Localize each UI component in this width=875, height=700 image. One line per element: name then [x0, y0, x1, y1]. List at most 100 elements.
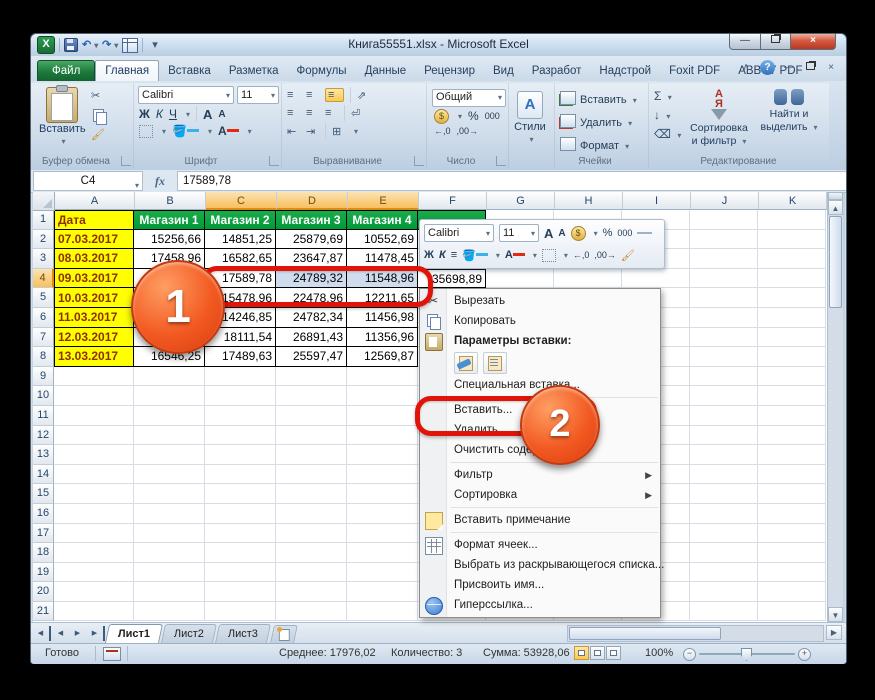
paste-option-values-icon[interactable]	[483, 352, 507, 374]
column-header-A[interactable]: A	[55, 192, 135, 210]
cell-E1[interactable]: Магазин 4	[347, 210, 418, 230]
orientation-button[interactable]: ⇗	[357, 89, 370, 102]
align-center-button[interactable]: ≡	[306, 107, 319, 119]
sheet-tab-Лист3[interactable]: Лист3	[215, 624, 272, 643]
cell-C14[interactable]	[205, 464, 276, 485]
cell-J14[interactable]	[690, 464, 758, 485]
cell-D18[interactable]	[276, 543, 347, 563]
column-header-C[interactable]: C	[206, 192, 277, 210]
cell-C13[interactable]	[205, 445, 276, 465]
column-header-I[interactable]: I	[623, 192, 691, 210]
cell-I4[interactable]	[622, 268, 690, 289]
cell-E18[interactable]	[347, 543, 418, 563]
ribbon-tab[interactable]: Главная	[95, 60, 160, 81]
cell-J15[interactable]	[690, 484, 758, 504]
cell-A18[interactable]	[54, 543, 134, 563]
cut-icon[interactable]: ✂	[91, 89, 107, 102]
cell-A15[interactable]	[54, 484, 134, 504]
cell-B17[interactable]	[134, 523, 205, 544]
cell-A9[interactable]	[54, 366, 134, 387]
column-header-B[interactable]: B	[135, 192, 206, 210]
italic-button[interactable]: К	[156, 107, 163, 121]
menu-item[interactable]: Вставить примечание	[420, 510, 660, 530]
row-header-14[interactable]: 14	[33, 464, 54, 485]
cell-B18[interactable]	[134, 543, 205, 563]
next-sheet-icon[interactable]: ▶	[70, 626, 85, 641]
cell-J6[interactable]	[690, 307, 758, 328]
cell-E14[interactable]	[347, 464, 418, 485]
cell-J8[interactable]	[690, 347, 758, 367]
cell-C18[interactable]	[205, 543, 276, 563]
cell-J5[interactable]	[690, 288, 758, 308]
fill-button[interactable]: ↓ ▾	[654, 108, 681, 122]
column-header-J[interactable]: J	[691, 192, 759, 210]
mini-fill-color-button[interactable]: 🪣	[462, 249, 488, 262]
cell-K20[interactable]	[758, 582, 826, 602]
menu-item[interactable]: Сортировка ▶	[420, 485, 660, 505]
doc-restore-icon[interactable]	[803, 62, 817, 73]
cell-A20[interactable]	[54, 582, 134, 602]
increase-decimal-button[interactable]: ←,0	[434, 126, 451, 136]
comma-format-button[interactable]: 000	[485, 111, 500, 121]
cell-D1[interactable]: Магазин 3	[276, 210, 347, 230]
menu-item[interactable]: Формат ячеек...	[420, 535, 660, 555]
cell-E15[interactable]	[347, 484, 418, 504]
formula-input[interactable]: 17589,78	[177, 171, 846, 191]
cell-C16[interactable]	[205, 503, 276, 524]
cell-A1[interactable]: Дата	[54, 210, 134, 230]
grow-font-button[interactable]: А	[203, 107, 212, 122]
cell-J16[interactable]	[690, 503, 758, 524]
cell-D13[interactable]	[276, 445, 347, 465]
clear-button[interactable]: ⌫ ▾	[654, 127, 681, 141]
underline-dropdown-icon[interactable]: ▾	[186, 110, 190, 119]
wrap-text-button[interactable]: ⏎	[351, 107, 364, 120]
percent-format-button[interactable]: %	[468, 109, 479, 123]
cell-A3[interactable]: 08.03.2017	[54, 249, 134, 269]
cell-D2[interactable]: 25879,69	[276, 229, 347, 250]
decrease-indent-button[interactable]: ⇤	[287, 125, 300, 138]
select-all-corner[interactable]	[33, 192, 55, 211]
close-button[interactable]: ×	[791, 34, 836, 50]
format-painter-icon[interactable]: 🖌	[91, 128, 107, 141]
dialog-launcher-icon[interactable]	[414, 156, 424, 166]
cell-K12[interactable]	[758, 425, 826, 446]
fx-icon[interactable]: fx	[143, 174, 177, 189]
dialog-launcher-icon[interactable]	[121, 156, 131, 166]
ribbon-tab[interactable]: Файл	[37, 60, 96, 81]
font-name-select[interactable]: Calibri ▾	[138, 86, 234, 104]
styles-button[interactable]: А Стили ▾	[512, 89, 548, 145]
restore-button[interactable]	[761, 34, 791, 50]
column-header-K[interactable]: K	[759, 192, 827, 210]
scroll-up-icon[interactable]: ▲	[828, 200, 843, 215]
cell-K6[interactable]	[758, 307, 826, 328]
column-header-H[interactable]: H	[555, 192, 623, 210]
cell-K13[interactable]	[758, 445, 826, 465]
cell-D6[interactable]: 24782,34	[276, 307, 347, 328]
ribbon-tab[interactable]: Вставка	[159, 61, 220, 81]
mini-bold-button[interactable]: Ж	[424, 249, 434, 261]
cell-E7[interactable]: 11356,96	[347, 327, 418, 348]
mini-currency-icon[interactable]: $	[570, 225, 586, 241]
mini-shrink-font-button[interactable]: А	[558, 228, 565, 239]
mini-percent-button[interactable]: %	[603, 227, 613, 239]
row-header-13[interactable]: 13	[33, 445, 54, 465]
cell-G4[interactable]	[486, 268, 554, 289]
row-header-21[interactable]: 21	[33, 601, 54, 622]
ribbon-tab[interactable]: Вид	[484, 61, 523, 81]
row-header-8[interactable]: 8	[33, 347, 54, 367]
zoom-level[interactable]: 100%	[645, 647, 673, 659]
row-header-11[interactable]: 11	[33, 405, 54, 426]
scroll-right-icon[interactable]: ▶	[826, 625, 842, 640]
dialog-launcher-icon[interactable]	[496, 156, 506, 166]
merge-center-button[interactable]: ⊞	[332, 125, 345, 138]
cell-D7[interactable]: 26891,43	[276, 327, 347, 348]
cell-J3[interactable]	[690, 249, 758, 269]
row-header-5[interactable]: 5	[33, 288, 54, 308]
mini-increase-decimal[interactable]: ←,0	[573, 250, 590, 260]
menu-item[interactable]: Выбрать из раскрывающегося списка...	[420, 555, 664, 575]
cell-E21[interactable]	[347, 601, 418, 622]
cell-C19[interactable]	[205, 562, 276, 583]
cell-C15[interactable]	[205, 484, 276, 504]
row-header-6[interactable]: 6	[33, 307, 54, 328]
cell-A4[interactable]: 09.03.2017	[54, 268, 134, 289]
